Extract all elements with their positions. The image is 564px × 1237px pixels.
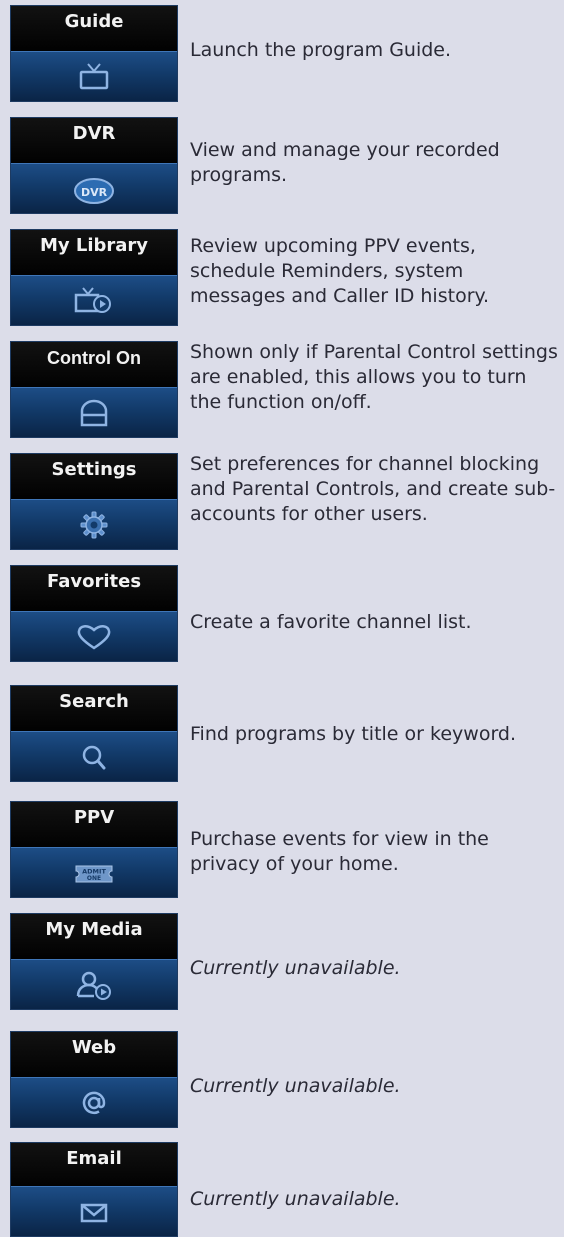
gear-icon [11, 499, 177, 549]
my-library-description: Review upcoming PPV events, schedule Rem… [190, 235, 490, 307]
search-button[interactable]: Search [10, 685, 178, 782]
favorites-description: Create a favorite channel list. [190, 611, 472, 633]
settings-button-label: Settings [11, 454, 177, 502]
my-library-button-label: My Library [11, 230, 177, 278]
dvr-button-label: DVR [11, 118, 177, 166]
search-description: Find programs by title or keyword. [190, 723, 517, 745]
ppv-description: Purchase events for view in the privacy … [190, 828, 489, 875]
my-media-button[interactable]: My Media [10, 913, 178, 1010]
guide-description: Launch the program Guide. [190, 39, 452, 61]
search-button-label: Search [11, 686, 177, 734]
favorites-button-label: Favorites [11, 566, 177, 614]
settings-description: Set preferences for channel blocking and… [190, 453, 556, 525]
email-button[interactable]: Email [10, 1142, 178, 1237]
library-icon [11, 275, 177, 325]
dvr-button[interactable]: DVR DVR [10, 117, 178, 214]
heart-icon [11, 611, 177, 661]
my-media-description: Currently unavailable. [190, 957, 401, 979]
dvr-description: View and manage your recorded programs. [190, 139, 500, 186]
email-button-label: Email [11, 1143, 177, 1191]
ticket-icon-text-2: ONE [87, 875, 101, 882]
web-button[interactable]: Web [10, 1031, 178, 1128]
envelope-icon [11, 1186, 177, 1236]
dvr-icon-text: DVR [81, 186, 108, 199]
control-on-button-label: Control On [11, 342, 177, 390]
my-library-button[interactable]: My Library [10, 229, 178, 326]
dvr-icon: DVR [11, 163, 177, 213]
lock-icon [11, 387, 177, 437]
guide-button-label: Guide [11, 6, 177, 54]
guide-button[interactable]: Guide [10, 5, 178, 102]
ppv-button[interactable]: PPV ADMIT ONE [10, 801, 178, 898]
ticket-icon: ADMIT ONE [11, 847, 177, 897]
email-description: Currently unavailable. [190, 1188, 401, 1210]
settings-button[interactable]: Settings [10, 453, 178, 550]
search-icon [11, 731, 177, 781]
favorites-button[interactable]: Favorites [10, 565, 178, 662]
web-button-label: Web [11, 1032, 177, 1080]
my-media-button-label: My Media [11, 914, 177, 962]
media-user-icon [11, 959, 177, 1009]
web-description: Currently unavailable. [190, 1075, 401, 1097]
control-on-description: Shown only if Parental Control settings … [190, 341, 558, 413]
tv-icon [11, 51, 177, 101]
at-icon [11, 1077, 177, 1127]
control-on-button[interactable]: Control On [10, 341, 178, 438]
ppv-button-label: PPV [11, 802, 177, 850]
